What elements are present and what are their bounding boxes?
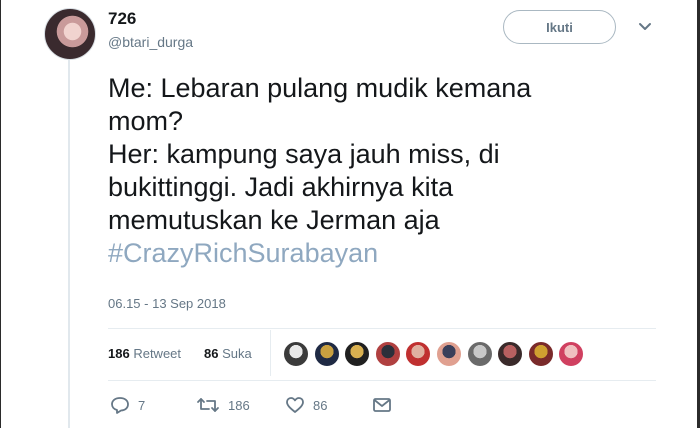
envelope-icon (373, 398, 391, 412)
like-action-count: 86 (313, 397, 328, 413)
liker-avatar[interactable] (283, 341, 309, 367)
reply-button[interactable]: 7 (110, 396, 145, 414)
liker-avatar[interactable] (466, 341, 493, 367)
username[interactable]: @btari_durga (108, 34, 193, 50)
like-button[interactable]: 86 (285, 396, 327, 414)
retweet-stat[interactable]: 186 Retweet (108, 346, 181, 361)
hashtag-link[interactable]: #CrazyRichSurabayan (108, 237, 668, 270)
retweet-stat-count: 186 (108, 346, 130, 361)
divider (108, 380, 656, 381)
avatar[interactable] (44, 8, 96, 60)
stats-separator (270, 330, 271, 376)
direct-message-button[interactable] (372, 396, 392, 414)
like-stat-count: 86 (204, 346, 219, 361)
retweet-icon (197, 398, 219, 412)
tweet-text: Me: Lebaran pulang mudik kemana mom? Her… (108, 72, 668, 270)
liker-avatar[interactable] (313, 341, 340, 367)
tweet-text-line: memutuskan ke Jerman aja (108, 205, 440, 235)
thread-line (68, 60, 70, 428)
follow-button[interactable]: Ikuti (503, 10, 616, 44)
like-stat-label: Suka (222, 346, 252, 361)
liker-avatars (283, 341, 589, 367)
liker-avatar[interactable] (405, 341, 432, 367)
tweet-text-line: bukittinggi. Jadi akhirnya kita (108, 172, 454, 202)
tweet-text-line: mom? (108, 106, 184, 136)
tweet-text-line: Me: Lebaran pulang mudik kemana (108, 73, 532, 103)
timestamp[interactable]: 06.15 - 13 Sep 2018 (108, 296, 226, 311)
liker-avatar[interactable] (374, 341, 401, 367)
chevron-down-icon[interactable] (638, 22, 652, 32)
retweet-action-count: 186 (228, 397, 250, 413)
liker-avatar[interactable] (435, 341, 462, 367)
divider (108, 328, 656, 329)
retweet-button[interactable]: 186 (196, 396, 250, 414)
heart-icon (286, 397, 304, 413)
liker-avatar[interactable] (558, 341, 585, 367)
retweet-stat-label: Retweet (133, 346, 182, 361)
liker-avatar[interactable] (344, 341, 371, 367)
liker-avatar[interactable] (527, 341, 554, 367)
liker-avatar[interactable] (497, 341, 524, 367)
reply-count: 7 (138, 397, 146, 413)
window-frame-left (0, 0, 1, 428)
tweet-text-line: Her: kampung saya jauh miss, di (108, 139, 500, 169)
like-stat[interactable]: 86 Suka (204, 346, 252, 361)
reply-icon (111, 397, 129, 414)
display-name[interactable]: 726 (108, 9, 136, 29)
